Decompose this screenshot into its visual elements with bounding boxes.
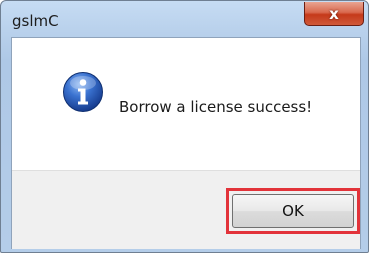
close-icon: x <box>329 4 339 23</box>
window-title: gslmC <box>12 12 59 30</box>
info-icon <box>63 72 103 112</box>
dialog-window: gslmC x Borrow a license success! OK <box>0 0 369 253</box>
ok-button-label: OK <box>282 202 304 220</box>
close-button[interactable]: x <box>304 2 364 26</box>
message-text: Borrow a license success! <box>119 98 313 116</box>
ok-button[interactable]: OK <box>232 194 354 228</box>
dialog-body: Borrow a license success! OK <box>11 37 361 249</box>
